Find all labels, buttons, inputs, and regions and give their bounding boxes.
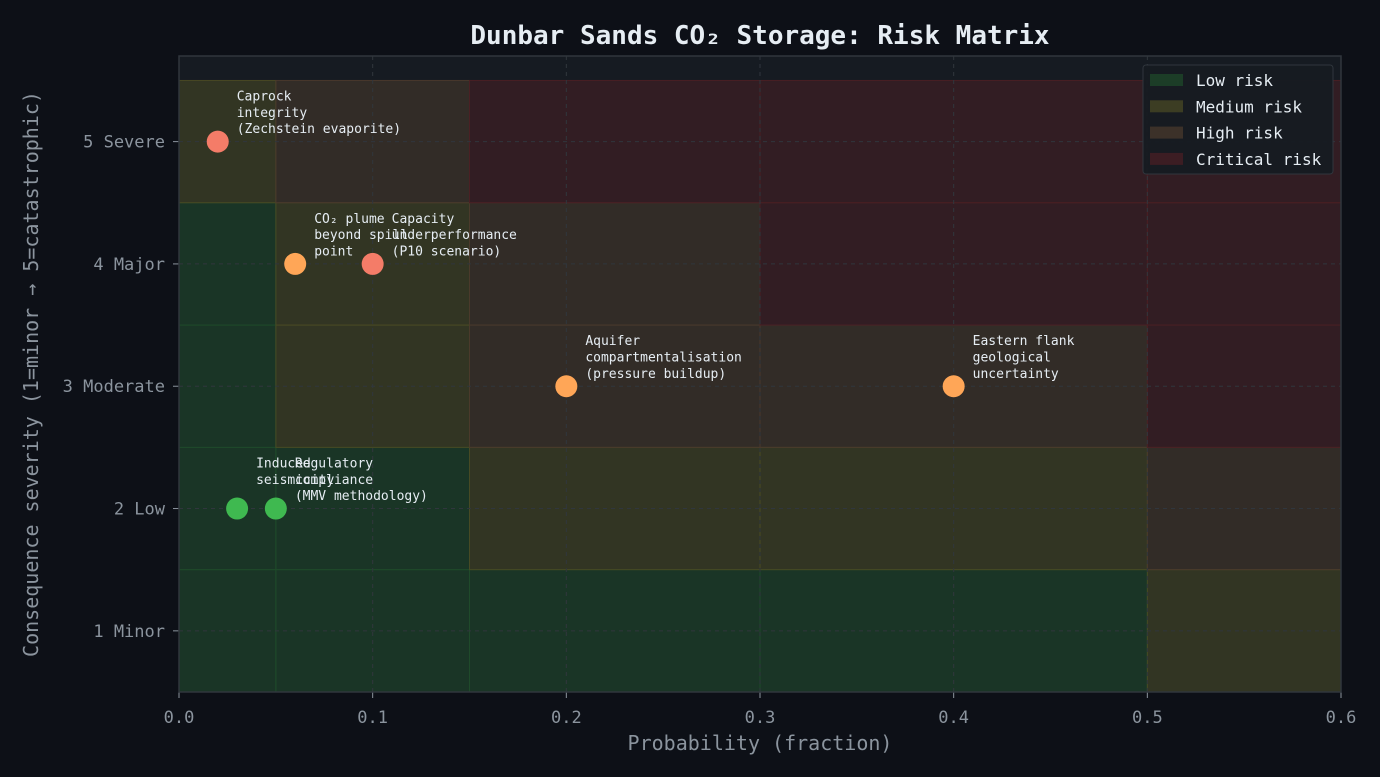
risk-point [555, 375, 578, 398]
y-tick-label: 3 Moderate [63, 377, 165, 397]
risk-matrix-chart: Dunbar Sands CO₂ Storage: Risk Matrix 0.… [19, 21, 1357, 755]
risk-point [264, 497, 287, 520]
x-tick-label: 0.4 [938, 708, 969, 728]
x-tick-label: 0.2 [551, 708, 582, 728]
legend-entry-label: Medium risk [1196, 97, 1302, 116]
legend-entry-label: High risk [1196, 124, 1283, 143]
y-tick-label: 5 Severe [83, 133, 165, 153]
x-axis-label: Probability (fraction) [628, 731, 893, 755]
y-tick-label: 2 Low [114, 500, 166, 520]
risk-point [361, 252, 384, 275]
legend-swatch [1150, 100, 1183, 113]
chart-title: Dunbar Sands CO₂ Storage: Risk Matrix [470, 21, 1049, 51]
x-tick-label: 0.0 [164, 708, 195, 728]
legend-swatch [1150, 74, 1183, 86]
x-tick-label: 0.1 [357, 708, 388, 728]
x-tick-label: 0.3 [745, 708, 776, 728]
y-tick-label: 1 Minor [93, 622, 165, 642]
y-axis-label: Consequence severity (1=minor → 5=catast… [19, 91, 43, 657]
risk-point [284, 252, 307, 275]
legend-swatch [1150, 126, 1183, 139]
x-tick-label: 0.6 [1326, 708, 1357, 728]
legend: Low risk Medium risk High risk Critical ris… [1142, 64, 1334, 175]
y-tick-label: 4 Major [93, 255, 165, 275]
x-tick-label: 0.5 [1132, 708, 1163, 728]
legend-entry-label: Low risk [1196, 71, 1273, 90]
risk-point [942, 375, 965, 398]
legend-swatch [1150, 152, 1183, 165]
risk-point [206, 130, 229, 153]
legend-entry-label: Critical risk [1196, 150, 1322, 169]
risk-point [226, 497, 249, 520]
